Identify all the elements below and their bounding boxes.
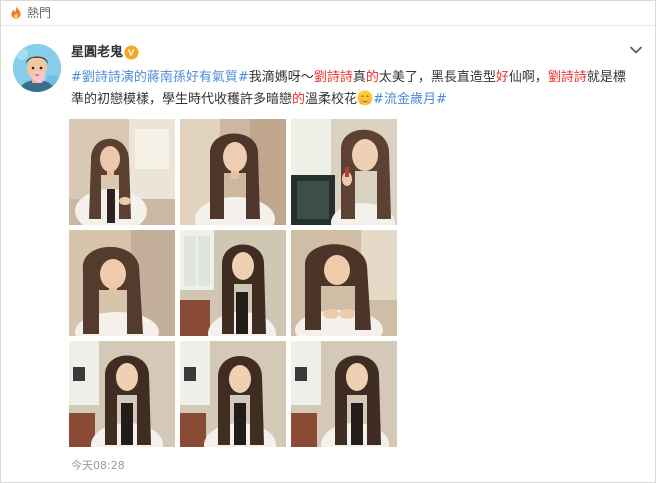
highlighted-text: 的 (365, 70, 379, 85)
page-title: 熱門 (27, 6, 52, 20)
author-name[interactable]: 星圓老鬼 (71, 44, 123, 62)
post-text-segment: 溫柔校花 (305, 92, 358, 107)
photo-5[interactable] (180, 230, 286, 336)
photo-grid (69, 119, 397, 447)
post-text-segment: 太美了，黑長直造型 (378, 70, 496, 85)
photo-4[interactable] (69, 230, 175, 336)
vip-badge-icon (124, 45, 139, 60)
top-bar: 熱門 (1, 1, 655, 26)
post-text-segment: 真 (352, 70, 366, 85)
post-text-segment: 我滴媽呀～ (248, 70, 314, 85)
photo-7[interactable] (69, 341, 175, 447)
photo-9[interactable] (291, 341, 397, 447)
photo-2[interactable] (180, 119, 286, 225)
highlighted-text: 劉詩詩 (547, 70, 587, 85)
avatar[interactable] (13, 44, 61, 92)
post-text-segment: 仙啊， (508, 70, 548, 85)
hashtag-link[interactable]: #流金歲月# (373, 92, 447, 107)
avatar-image (13, 44, 61, 92)
photo-8[interactable] (180, 341, 286, 447)
photo-3[interactable] (291, 119, 397, 225)
post-timestamp[interactable]: 今天08:28 (71, 459, 125, 473)
photo-6[interactable] (291, 230, 397, 336)
highlighted-text: 的 (292, 92, 306, 107)
hashtag-link[interactable]: #劉詩詩演的蔣南孫好有氣質# (71, 70, 249, 85)
photo-1[interactable] (69, 119, 175, 225)
smiling-blush-emoji (357, 90, 373, 106)
highlighted-text: 好 (495, 70, 509, 85)
post-text: #劉詩詩演的蔣南孫好有氣質#我滴媽呀～劉詩詩真的太美了，黑長直造型好仙啊，劉詩詩… (71, 67, 631, 111)
flame-icon (11, 6, 21, 19)
highlighted-text: 劉詩詩 (313, 70, 353, 85)
chevron-down-icon[interactable] (629, 45, 643, 55)
weibo-post-card: 熱門 星圓老鬼 #劉詩詩演的蔣南孫好有氣質#我滴媽呀～劉詩詩真的太美了，黑長直造… (0, 0, 656, 483)
